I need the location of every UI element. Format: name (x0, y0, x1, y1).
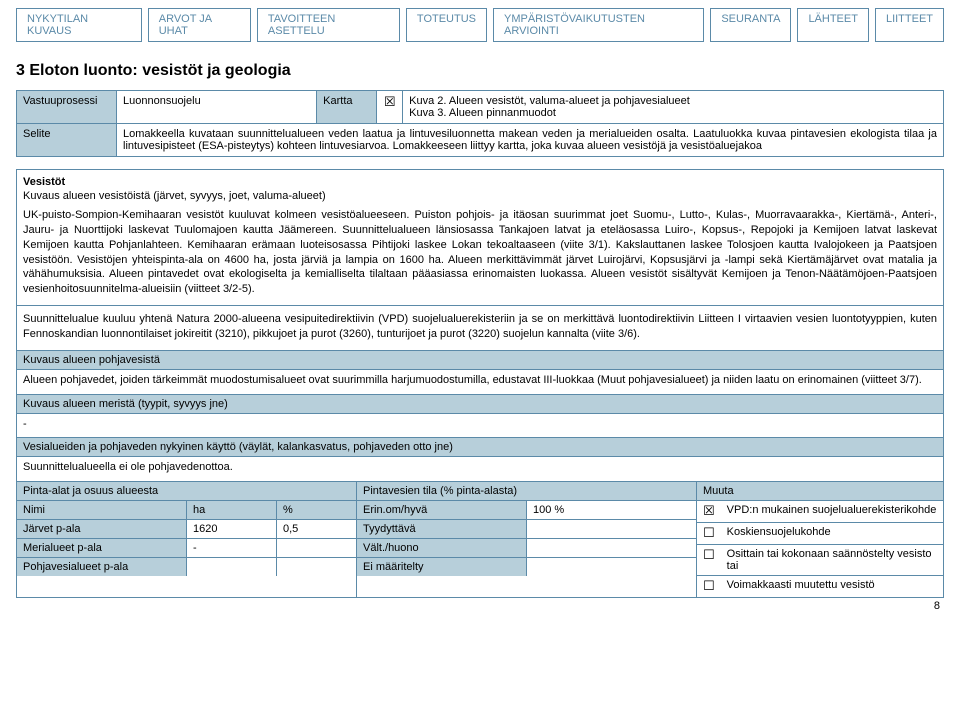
col-muuta: Muuta ☒ VPD:n mukainen suojelualuerekist… (697, 482, 943, 597)
tab-tavoite[interactable]: TAVOITTEEN ASETTELU (257, 8, 400, 42)
cell: 1620 (187, 520, 277, 538)
section-title: 3 Eloton luonto: vesistöt ja geologia (16, 62, 944, 80)
col-a-h1: Nimi (17, 501, 187, 519)
kartta-label: Kartta (317, 91, 377, 124)
cell (527, 558, 696, 576)
col-a-h2: ha (187, 501, 277, 519)
pohjavesi-heading: Kuvaus alueen pohjavesistä (17, 350, 943, 370)
tab-lahteet[interactable]: LÄHTEET (797, 8, 869, 42)
table-row: Ei määritelty (357, 558, 527, 576)
table-row: Vält./huono (357, 539, 527, 557)
info-table: Vastuuprosessi Luonnonsuojelu Kartta ☒ K… (16, 90, 944, 157)
checkbox-label: Voimakkaasti muutettu vesistö (721, 576, 943, 594)
vesistot-para2: Suunnittelualue kuuluu yhtenä Natura 200… (17, 305, 943, 350)
tab-toteutus[interactable]: TOTEUTUS (406, 8, 487, 42)
kaytto-heading: Vesialueiden ja pohjaveden nykyinen käyt… (17, 437, 943, 457)
merista-text: - (17, 414, 943, 438)
cell (527, 520, 696, 538)
kartta-checkbox[interactable]: ☒ (377, 91, 403, 124)
vastuuprosessi-value: Luonnonsuojelu (117, 91, 317, 124)
cell: 0,5 (277, 520, 356, 538)
cell (527, 539, 696, 557)
checkbox-label: Koskiensuojelukohde (721, 523, 943, 541)
col-b-title: Pintavesien tila (% pinta-alasta) (357, 482, 696, 501)
col-a-title: Pinta-alat ja osuus alueesta (17, 482, 356, 501)
vesistot-para: UK-puisto-Sompion-Kemihaaran vesistöt ku… (17, 208, 943, 305)
table-row: Tyydyttävä (357, 520, 527, 538)
checkbox-icon[interactable]: ☐ (697, 545, 721, 566)
merista-heading: Kuvaus alueen meristä (tyypit, syvyys jn… (17, 394, 943, 414)
table-row: Pohjavesialueet p-ala (17, 558, 187, 576)
vesistot-sub: Kuvaus alueen vesistöistä (järvet, syvyy… (17, 190, 943, 208)
checkbox-label: Osittain tai kokonaan saännöstelty vesis… (721, 545, 943, 575)
table-row: Järvet p-ala (17, 520, 187, 538)
vesistot-heading: Vesistöt (17, 170, 943, 190)
col-a-h3: % (277, 501, 356, 519)
selite-label: Selite (17, 124, 117, 157)
table-row: Merialueet p-ala (17, 539, 187, 557)
col-pinta-alat: Pinta-alat ja osuus alueesta Nimi ha % J… (17, 482, 357, 597)
col-c-title: Muuta (697, 482, 943, 501)
checkbox-icon[interactable]: ☒ (697, 501, 721, 522)
cell (277, 558, 356, 576)
col-pintavesien-tila: Pintavesien tila (% pinta-alasta) Erin.o… (357, 482, 697, 597)
cell: - (187, 539, 277, 557)
kartta-maps: Kuva 2. Alueen vesistöt, valuma-alueet j… (403, 91, 944, 124)
tab-arvot[interactable]: ARVOT JA UHAT (148, 8, 251, 42)
kaytto-text: Suunnittelualueella ei ole pohjavedenott… (17, 457, 943, 481)
tab-ymparisto[interactable]: YMPÄRISTÖVAIKUTUSTEN ARVIOINTI (493, 8, 704, 42)
tab-liitteet[interactable]: LIITTEET (875, 8, 944, 42)
tab-bar: NYKYTILAN KUVAUS ARVOT JA UHAT TAVOITTEE… (16, 8, 944, 42)
vastuuprosessi-label: Vastuuprosessi (17, 91, 117, 124)
page-number: 8 (934, 600, 940, 612)
content-box: Vesistöt Kuvaus alueen vesistöistä (järv… (16, 169, 944, 598)
cell (187, 558, 277, 576)
tab-nykytilan[interactable]: NYKYTILAN KUVAUS (16, 8, 142, 42)
checkbox-icon[interactable]: ☐ (697, 523, 721, 544)
table-row: Erin.om/hyvä (357, 501, 527, 519)
cell: 100 % (527, 501, 696, 519)
tab-seuranta[interactable]: SEURANTA (710, 8, 791, 42)
cell (277, 539, 356, 557)
checkbox-icon[interactable]: ☐ (697, 576, 721, 597)
selite-text: Lomakkeella kuvataan suunnittelualueen v… (117, 124, 944, 157)
checkbox-label: VPD:n mukainen suojelualuerekisterikohde (721, 501, 943, 519)
data-grid: Pinta-alat ja osuus alueesta Nimi ha % J… (17, 481, 943, 597)
pohjavesi-text: Alueen pohjavedet, joiden tärkeimmät muo… (17, 370, 943, 394)
